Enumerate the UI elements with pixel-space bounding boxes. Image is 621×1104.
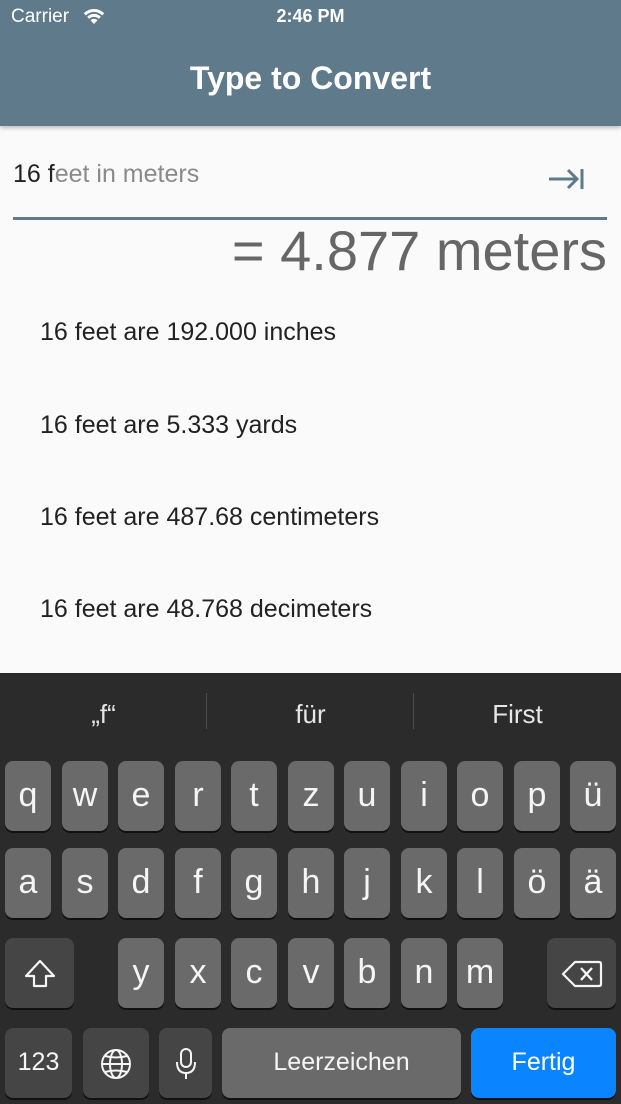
keyboard-suggestion[interactable]: „f“ bbox=[0, 699, 207, 730]
keyboard-suggestion[interactable]: für bbox=[207, 699, 414, 730]
key-z[interactable]: z bbox=[288, 761, 334, 831]
done-key[interactable]: Fertig bbox=[471, 1028, 616, 1098]
key-w[interactable]: w bbox=[62, 761, 108, 831]
keyboard-suggestion-bar: „f“ für First bbox=[0, 673, 621, 755]
key-r[interactable]: r bbox=[175, 761, 221, 831]
input-autocomplete-suggestion: eet in meters bbox=[54, 160, 200, 188]
dictation-key[interactable] bbox=[159, 1028, 212, 1098]
globe-key[interactable] bbox=[83, 1028, 149, 1098]
conversion-item: 16 feet are 48.768 decimeters bbox=[40, 595, 373, 623]
key-d[interactable]: d bbox=[118, 848, 164, 918]
key-ae[interactable]: ä bbox=[570, 848, 616, 918]
key-x[interactable]: x bbox=[175, 938, 221, 1008]
key-c[interactable]: c bbox=[231, 938, 277, 1008]
conversion-input[interactable]: 16 feet in meters bbox=[13, 140, 607, 220]
globe-icon bbox=[101, 1049, 131, 1080]
space-key[interactable]: Leerzeichen bbox=[222, 1028, 461, 1098]
key-s[interactable]: s bbox=[62, 848, 108, 918]
keyboard: „f“ für First q w e r t z u i o p ü a s … bbox=[0, 673, 621, 1104]
key-y[interactable]: y bbox=[118, 938, 164, 1008]
conversion-item: 16 feet are 487.68 centimeters bbox=[40, 503, 380, 531]
key-e[interactable]: e bbox=[118, 761, 164, 831]
key-a[interactable]: a bbox=[5, 848, 51, 918]
microphone-icon bbox=[175, 1048, 196, 1080]
app-bar: Carrier 2:46 PM Type to Convert bbox=[0, 0, 621, 126]
conversion-item: 16 feet are 192.000 inches bbox=[40, 318, 337, 346]
status-bar: Carrier 2:46 PM bbox=[0, 0, 621, 34]
backspace-key[interactable] bbox=[547, 938, 616, 1008]
input-typed-text: 16 f bbox=[13, 160, 55, 188]
shift-key[interactable] bbox=[5, 938, 74, 1008]
key-ue[interactable]: ü bbox=[570, 761, 616, 831]
key-f[interactable]: f bbox=[175, 848, 221, 918]
page-title: Type to Convert bbox=[189, 60, 432, 96]
conversion-item: 16 feet are 5.333 yards bbox=[40, 411, 298, 439]
status-time: 2:46 PM bbox=[276, 6, 345, 26]
key-i[interactable]: i bbox=[401, 761, 447, 831]
key-b[interactable]: b bbox=[344, 938, 390, 1008]
key-m[interactable]: m bbox=[457, 938, 503, 1008]
key-q[interactable]: q bbox=[5, 761, 51, 831]
keyboard-suggestion[interactable]: First bbox=[414, 699, 621, 730]
backspace-icon bbox=[561, 960, 602, 988]
key-p[interactable]: p bbox=[514, 761, 560, 831]
key-h[interactable]: h bbox=[288, 848, 334, 918]
key-n[interactable]: n bbox=[401, 938, 447, 1008]
conversion-result: = 4.877 meters bbox=[231, 219, 607, 282]
numbers-key[interactable]: 123 bbox=[5, 1028, 72, 1098]
key-t[interactable]: t bbox=[231, 761, 277, 831]
key-l[interactable]: l bbox=[457, 848, 503, 918]
accept-suggestion-tab-icon[interactable] bbox=[547, 164, 587, 194]
key-v[interactable]: v bbox=[288, 938, 334, 1008]
key-k[interactable]: k bbox=[401, 848, 447, 918]
input-text[interactable]: 16 feet in meters bbox=[13, 160, 199, 189]
shift-icon bbox=[24, 959, 55, 988]
key-g[interactable]: g bbox=[231, 848, 277, 918]
key-o[interactable]: o bbox=[457, 761, 503, 831]
key-u[interactable]: u bbox=[344, 761, 390, 831]
key-oe[interactable]: ö bbox=[514, 848, 560, 918]
key-j[interactable]: j bbox=[344, 848, 390, 918]
